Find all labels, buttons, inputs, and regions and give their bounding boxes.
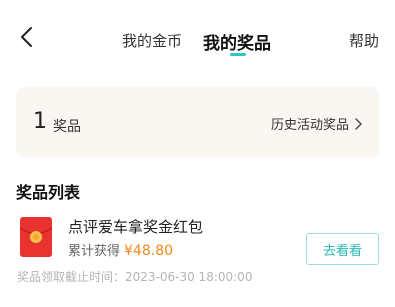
prize-earned: 累计获得 ¥48.80 (68, 240, 173, 259)
prize-name: 点评爱车拿奖金红包 (68, 218, 204, 236)
back-arrow-icon[interactable] (18, 26, 36, 48)
top-nav: 我的金币 我的奖品 帮助 (0, 0, 395, 70)
earned-amount: ¥48.80 (124, 243, 174, 259)
tab-my-prizes[interactable]: 我的奖品 (203, 29, 271, 54)
prize-count-unit: 奖品 (53, 119, 81, 135)
prize-summary-card: 1 奖品 历史活动奖品 (16, 87, 379, 157)
red-envelope-icon (20, 217, 52, 257)
history-prizes-link[interactable]: 历史活动奖品 (271, 114, 362, 133)
help-link[interactable]: 帮助 (349, 30, 379, 51)
tab-my-coins[interactable]: 我的金币 (122, 30, 182, 51)
earned-label: 累计获得 (68, 244, 121, 259)
claim-deadline: 奖品领取截止时间：2023-06-30 18:00:00 (17, 270, 253, 284)
prize-list-title: 奖品列表 (16, 183, 81, 202)
chevron-right-icon (355, 117, 362, 130)
history-prizes-label: 历史活动奖品 (270, 118, 349, 133)
active-tab-indicator (230, 53, 246, 56)
prize-count: 1 (33, 109, 47, 134)
view-prize-button[interactable]: 去看看 (306, 233, 379, 265)
